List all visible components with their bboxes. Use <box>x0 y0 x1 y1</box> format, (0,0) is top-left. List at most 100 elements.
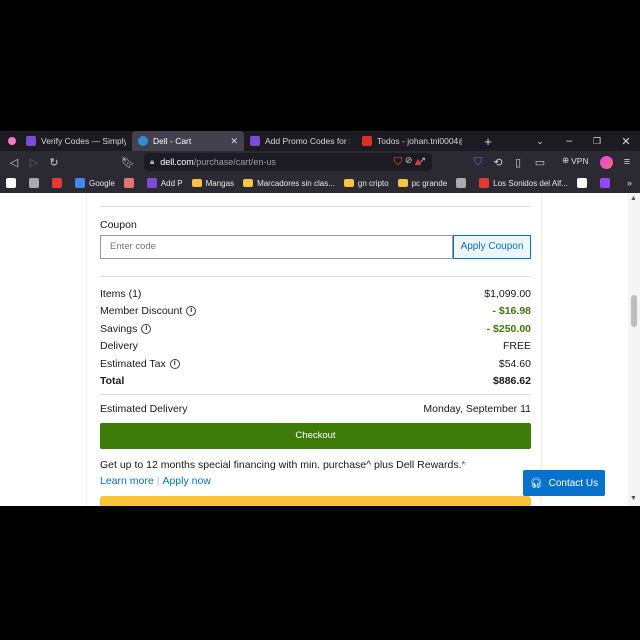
summary-value: $1,099.00 <box>484 288 531 300</box>
bookmark-favicon-icon <box>75 178 85 188</box>
browser-menu-icon[interactable] <box>8 137 16 145</box>
tab-title: Verify Codes — SimplyCod <box>41 136 126 146</box>
profile-avatar[interactable] <box>598 154 614 170</box>
minimize-icon[interactable]: – <box>555 131 583 151</box>
bookmark-icon[interactable]: 🔖︎ <box>120 154 136 170</box>
tab-gmail[interactable]: Todos - johan.tnl0004@gm <box>356 131 468 151</box>
wallet-icon[interactable]: ▭ <box>532 154 548 170</box>
bookmark-favicon-icon <box>146 178 157 188</box>
financing-links: Learn more | Apply now <box>100 475 211 487</box>
divider <box>100 206 531 207</box>
folder-icon <box>397 179 408 187</box>
close-window-icon[interactable]: ✕ <box>612 131 640 151</box>
tab-strip: Verify Codes — SimplyCod Dell - Cart ✕ A… <box>0 131 640 151</box>
bookmark-favicon-icon <box>52 178 62 188</box>
bookmark-label: Marcadores sin clas... <box>257 178 335 188</box>
learn-more-link[interactable]: Learn more <box>100 475 154 487</box>
bitwarden-icon[interactable]: ⛉ <box>470 154 486 170</box>
financing-asterisk[interactable]: * <box>462 459 466 471</box>
bookmark-item[interactable]: Google <box>75 178 115 188</box>
bookmark-label: pc grande <box>411 178 448 188</box>
folder-icon <box>243 179 254 187</box>
reload-icon[interactable]: ↻ <box>46 154 62 170</box>
vpn-label: VPN <box>571 155 589 166</box>
apply-now-link[interactable]: Apply now <box>162 475 210 487</box>
coupon-input[interactable]: Enter code <box>100 235 453 259</box>
info-icon[interactable]: i <box>141 324 152 334</box>
bookmark-item[interactable] <box>599 178 614 188</box>
scrollbar-thumb[interactable] <box>631 295 637 327</box>
close-tab-icon[interactable]: ✕ <box>230 136 238 147</box>
estimated-delivery-value: Monday, September 11 <box>423 403 531 415</box>
globe-icon: ⊕ <box>562 155 570 165</box>
dell-favicon-icon <box>138 136 148 146</box>
sidebar-icon[interactable]: ▯ <box>510 154 526 170</box>
summary-label: Total <box>100 375 125 387</box>
financing-text: Get up to 12 months special financing wi… <box>100 459 466 471</box>
folder-icon <box>191 179 202 187</box>
screen: Verify Codes — SimplyCod Dell - Cart ✕ A… <box>0 131 640 506</box>
bookmark-favicon-icon <box>456 178 467 188</box>
page-content: Coupon Enter code Apply Coupon Items (1)… <box>0 193 640 506</box>
bookmark-item[interactable]: Mangas <box>191 178 235 188</box>
bookmark-item[interactable] <box>52 178 66 188</box>
link-separator: | <box>156 475 160 487</box>
checkout-button[interactable]: Checkout <box>100 423 531 449</box>
bookmark-item[interactable] <box>29 178 43 188</box>
bookmark-favicon-icon <box>6 178 16 188</box>
contact-us-button[interactable]: 🎧︎ Contact Us <box>523 470 605 496</box>
info-icon[interactable]: i <box>186 306 197 316</box>
bookmark-favicon-icon <box>599 178 610 188</box>
scroll-up-icon[interactable]: ▲ <box>630 195 637 202</box>
summary-value: - $250.00 <box>486 323 531 335</box>
bookmark-item[interactable]: pc grande <box>397 178 448 188</box>
back-icon[interactable]: ◁ <box>6 154 22 170</box>
divider <box>100 276 531 277</box>
bookmark-item[interactable]: Add P <box>146 178 183 188</box>
paypal-button[interactable] <box>100 496 531 506</box>
gmail-favicon-icon <box>362 136 372 146</box>
hamburger-menu-icon[interactable]: ≡ <box>619 154 635 170</box>
summary-label: Member Discount <box>100 305 183 317</box>
summary-value: $54.60 <box>498 358 531 370</box>
bookmark-label: gn cripto <box>357 178 389 188</box>
extensions-icon[interactable]: ⟲ <box>490 154 506 170</box>
bookmark-label: Google <box>89 178 115 188</box>
restore-icon[interactable]: ❐ <box>583 131 611 151</box>
brave-shield-icon[interactable]: ⛉ <box>390 154 406 170</box>
bookmark-label: Add P <box>160 178 183 188</box>
rewards-icon[interactable]: ▲ <box>410 154 426 170</box>
bookmark-favicon-icon <box>576 178 587 188</box>
summary-row-items: Items (1) $1,099.00 <box>100 288 531 302</box>
summary-row-total: Total $886.62 <box>100 375 531 389</box>
lock-icon: 🔒︎ <box>150 157 155 166</box>
bookmark-item[interactable]: gn cripto <box>343 178 389 188</box>
list-tabs-icon[interactable]: ⌄ <box>526 131 554 151</box>
forward-icon[interactable]: ▷ <box>26 154 42 170</box>
bookmark-item[interactable]: Los Sonidos del Alf... <box>479 178 568 188</box>
apply-coupon-button[interactable]: Apply Coupon <box>453 235 531 259</box>
more-bookmarks-icon[interactable]: » <box>627 178 632 188</box>
bookmark-label: Los Sonidos del Alf... <box>493 178 568 188</box>
bookmark-item[interactable] <box>6 178 20 188</box>
summary-row-delivery: Delivery FREE <box>100 340 531 354</box>
tab-dell-cart[interactable]: Dell - Cart ✕ <box>132 131 244 151</box>
bookmark-item[interactable] <box>576 178 591 188</box>
bookmark-item[interactable] <box>123 178 138 188</box>
url-bar[interactable]: 🔒︎ dell.com/purchase/cart/en-us ⊘ ↗ <box>144 153 432 171</box>
summary-row-member-discount: Member Discount i - $16.98 <box>100 305 531 319</box>
bookmark-label: Mangas <box>205 178 235 188</box>
info-icon[interactable]: i <box>169 359 180 369</box>
bookmark-item[interactable] <box>456 178 470 188</box>
summary-row-tax: Estimated Tax i $54.60 <box>100 358 531 372</box>
bookmark-item[interactable]: Marcadores sin clas... <box>243 179 335 188</box>
scroll-down-icon[interactable]: ▼ <box>630 495 637 502</box>
summary-value: - $16.98 <box>492 305 531 317</box>
tab-add-promo[interactable]: Add Promo Codes for Impr <box>244 131 356 151</box>
tab-verify-codes[interactable]: Verify Codes — SimplyCod <box>20 131 132 151</box>
vpn-button[interactable]: ⊕ VPN <box>562 155 589 166</box>
new-tab-icon[interactable]: + <box>474 131 502 151</box>
url-host: dell.com <box>160 157 194 167</box>
summary-value: $886.62 <box>493 375 531 387</box>
scrollbar[interactable]: ▲ ▼ <box>628 193 640 506</box>
